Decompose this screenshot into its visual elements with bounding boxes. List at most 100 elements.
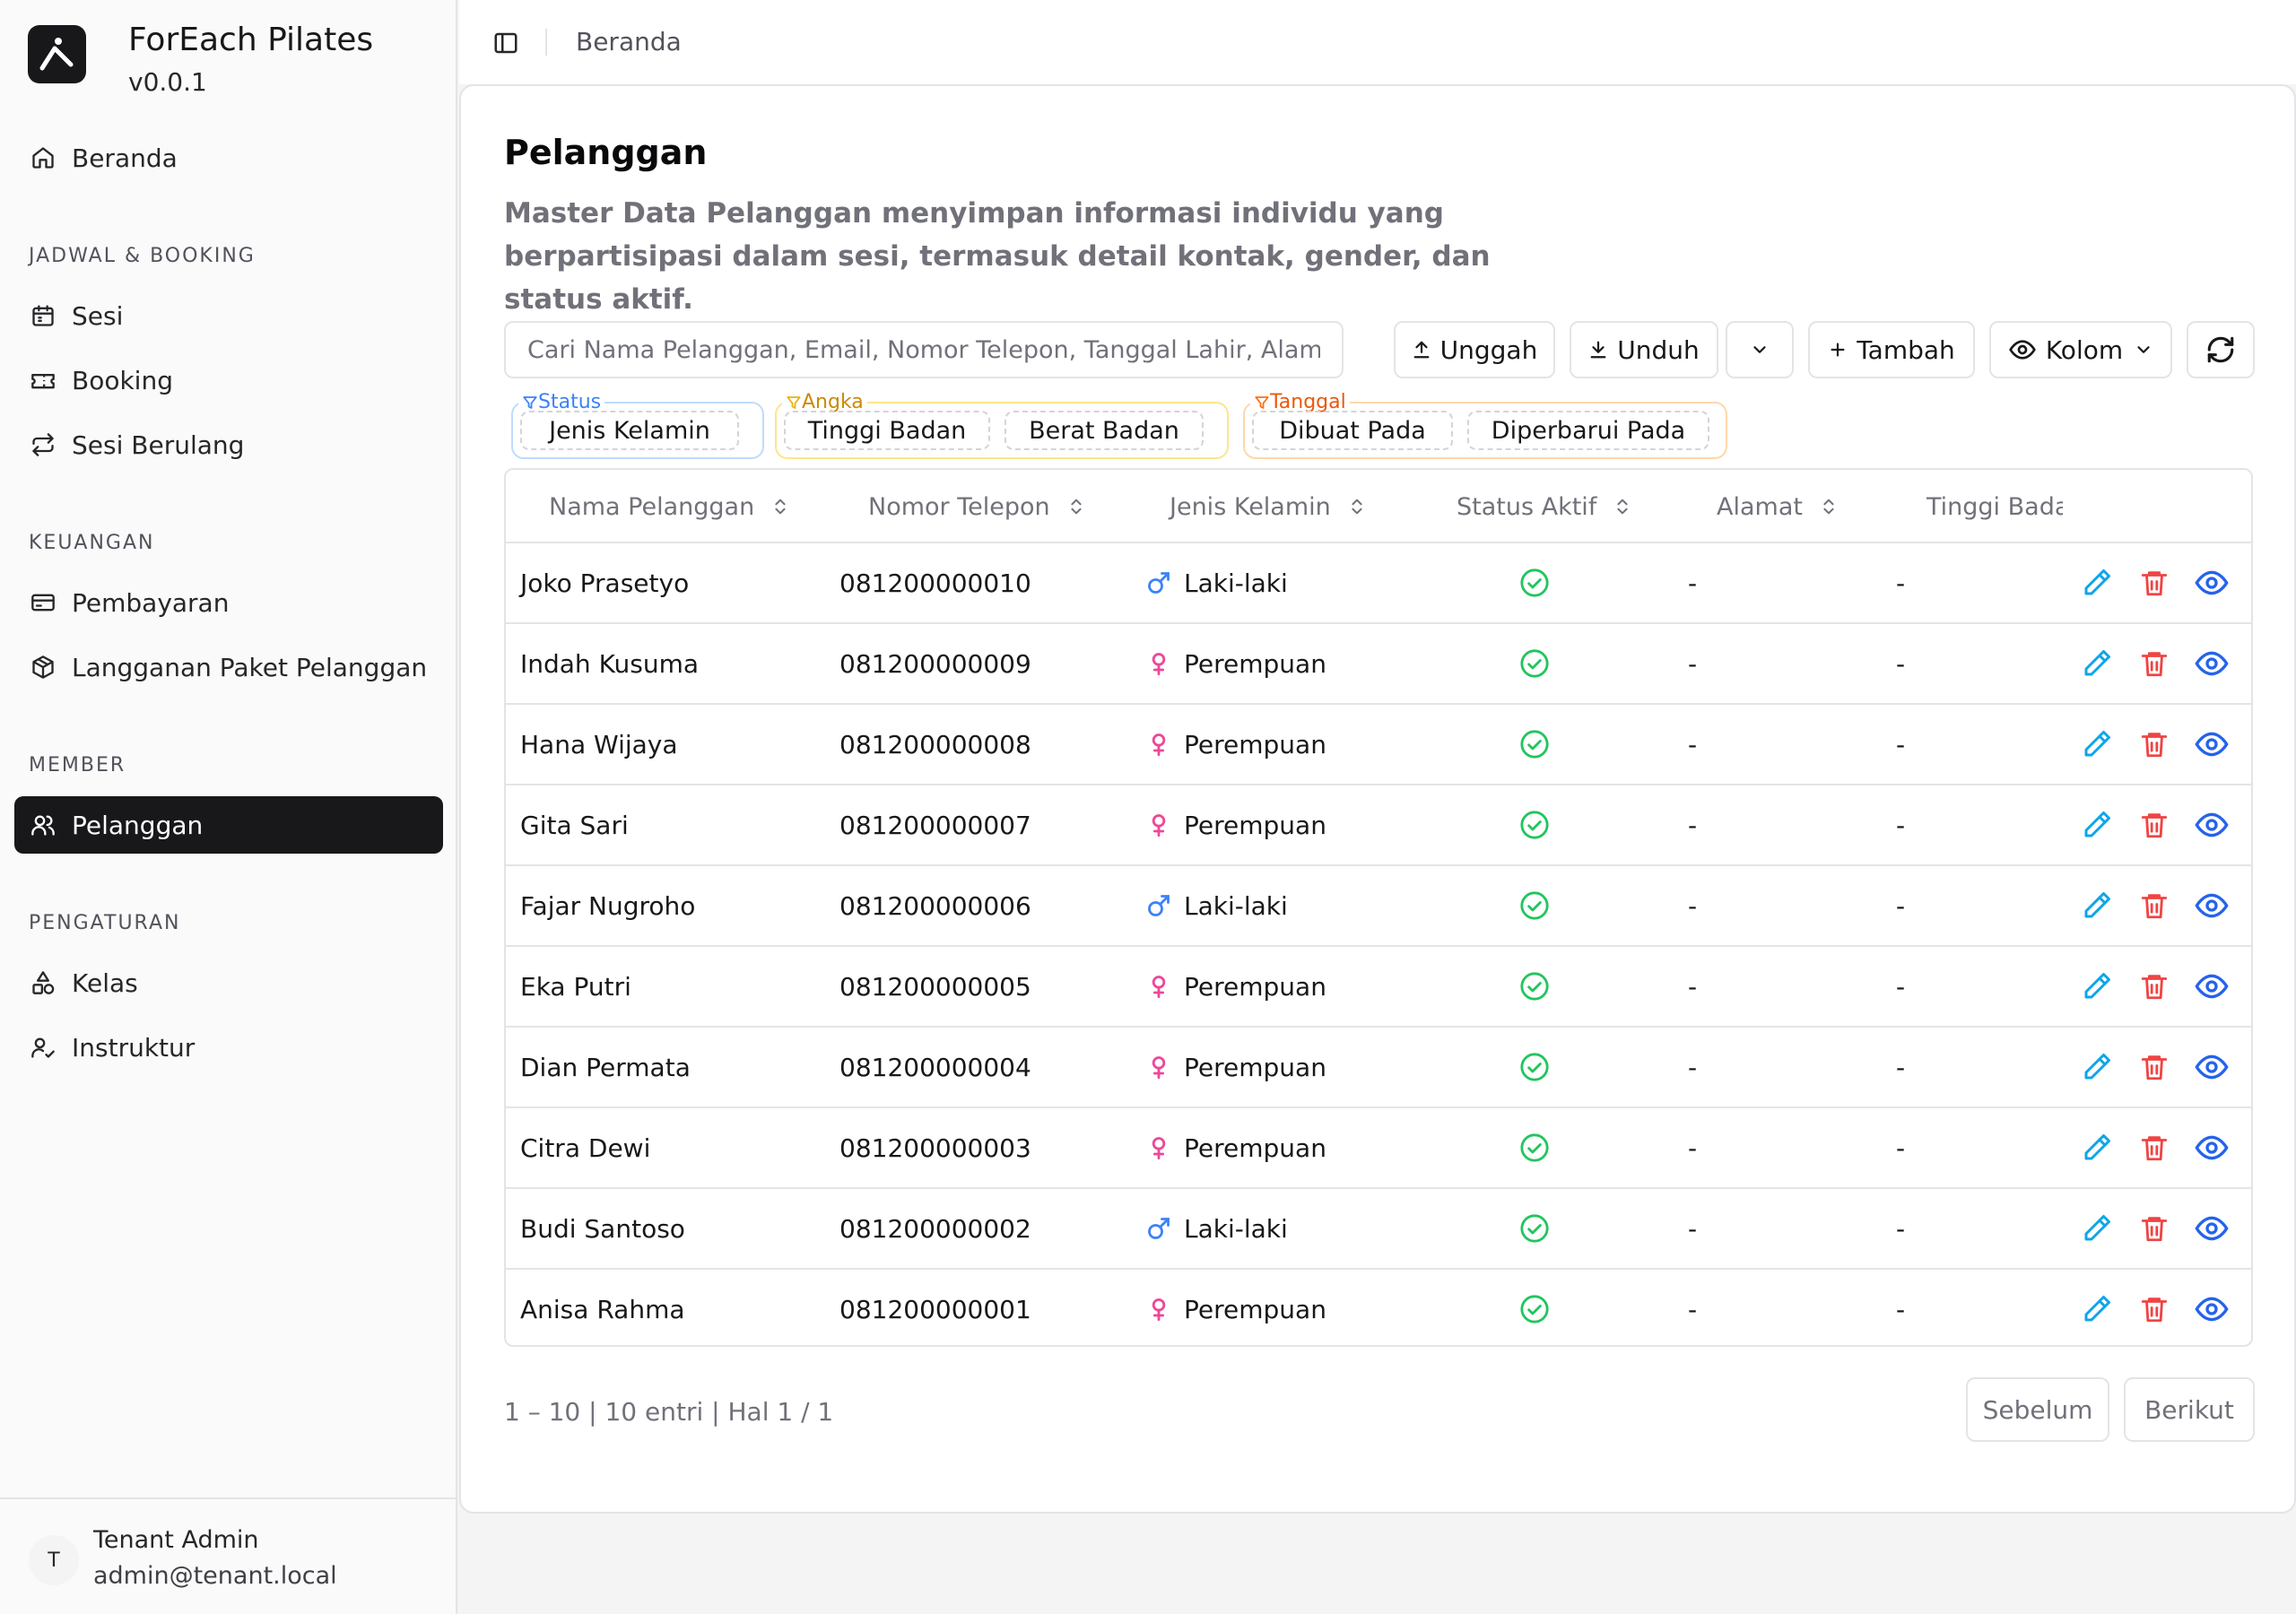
column-header-nama[interactable]: Nama Pelanggan — [549, 470, 790, 543]
search-input[interactable] — [504, 321, 1344, 378]
pencil-icon — [2081, 970, 2113, 1002]
filter-chip-berat-badan[interactable]: Berat Badan — [1004, 411, 1204, 450]
nav-group-jadwal: JADWAL & BOOKING — [29, 245, 256, 267]
download-button[interactable]: Unduh — [1570, 321, 1718, 378]
cell-address: - — [1688, 1294, 1698, 1324]
delete-button[interactable] — [2138, 1051, 2170, 1083]
table-row[interactable]: Budi Santoso 081200000002 Laki-laki - - — [506, 1189, 2251, 1270]
column-header-tinggi-badan[interactable]: Tinggi Bada — [1926, 470, 2063, 543]
edit-button[interactable] — [2081, 809, 2113, 841]
previous-page-button[interactable]: Sebelum — [1966, 1377, 2109, 1442]
next-page-button[interactable]: Berikut — [2124, 1377, 2255, 1442]
view-button[interactable] — [2195, 970, 2229, 1002]
cell-gender: Perempuan — [1146, 1108, 1326, 1187]
upload-button[interactable]: Unggah — [1394, 321, 1555, 378]
eye-icon — [2194, 1210, 2230, 1246]
filter-chip-jenis-kelamin[interactable]: Jenis Kelamin — [520, 411, 739, 450]
eye-icon — [2194, 888, 2230, 924]
download-label: Unduh — [1617, 334, 1700, 365]
trash-icon — [2139, 1132, 2170, 1163]
brand[interactable]: ForEach Pilates v0.0.1 — [28, 22, 373, 100]
sidebar-item-beranda[interactable]: Beranda — [14, 129, 443, 187]
table-row[interactable]: Hana Wijaya 081200000008 Perempuan - - — [506, 705, 2251, 785]
table-row[interactable]: Citra Dewi 081200000003 Perempuan - - — [506, 1108, 2251, 1189]
column-header-telepon[interactable]: Nomor Telepon — [868, 470, 1086, 543]
delete-button[interactable] — [2138, 647, 2170, 680]
columns-button[interactable]: Kolom — [1989, 321, 2172, 378]
table-row[interactable]: Fajar Nugroho 081200000006 Laki-laki - - — [506, 866, 2251, 947]
sidebar-item-booking[interactable]: Booking — [14, 351, 443, 409]
column-header-status-aktif[interactable]: Status Aktif — [1457, 470, 1632, 543]
eye-icon — [2194, 726, 2230, 762]
sidebar-item-sesi-berulang[interactable]: Sesi Berulang — [14, 416, 443, 473]
user-check-icon — [29, 1033, 57, 1062]
column-header-jenis-kelamin[interactable]: Jenis Kelamin — [1170, 470, 1367, 543]
view-button[interactable] — [2195, 647, 2229, 680]
pencil-icon — [2081, 1212, 2113, 1245]
delete-button[interactable] — [2138, 970, 2170, 1002]
columns-label: Kolom — [2045, 334, 2124, 365]
table-row[interactable]: Dian Permata 081200000004 Perempuan - - — [506, 1028, 2251, 1108]
edit-button[interactable] — [2081, 889, 2113, 922]
sort-icon — [1066, 497, 1086, 516]
view-button[interactable] — [2195, 809, 2229, 841]
add-button[interactable]: Tambah — [1808, 321, 1975, 378]
sidebar: ForEach Pilates v0.0.1 Beranda JADWAL & … — [0, 0, 457, 1614]
edit-button[interactable] — [2081, 567, 2113, 599]
male-icon — [1146, 893, 1171, 918]
delete-button[interactable] — [2138, 1132, 2170, 1164]
table-row[interactable]: Eka Putri 081200000005 Perempuan - - — [506, 947, 2251, 1028]
view-button[interactable] — [2195, 1293, 2229, 1325]
delete-button[interactable] — [2138, 889, 2170, 922]
cell-phone: 081200000006 — [839, 890, 1031, 921]
edit-button[interactable] — [2081, 1132, 2113, 1164]
delete-button[interactable] — [2138, 809, 2170, 841]
sidebar-item-pelanggan[interactable]: Pelanggan — [14, 796, 443, 854]
edit-button[interactable] — [2081, 728, 2113, 760]
cell-gender: Perempuan — [1146, 705, 1326, 784]
delete-button[interactable] — [2138, 1293, 2170, 1325]
user-menu[interactable]: T Tenant Admin admin@tenant.local — [0, 1497, 456, 1614]
view-button[interactable] — [2195, 1132, 2229, 1164]
edit-button[interactable] — [2081, 970, 2113, 1002]
view-button[interactable] — [2195, 1051, 2229, 1083]
delete-button[interactable] — [2138, 728, 2170, 760]
repeat-icon — [29, 430, 57, 459]
male-icon — [1146, 570, 1171, 595]
breadcrumb[interactable]: Beranda — [576, 27, 682, 56]
download-options-button[interactable] — [1726, 321, 1794, 378]
filter-group-angka: Angka Tinggi Badan Berat Badan — [775, 391, 1229, 459]
edit-button[interactable] — [2081, 1212, 2113, 1245]
cell-phone: 081200000007 — [839, 810, 1031, 840]
cell-address: - — [1688, 1052, 1698, 1082]
table-row[interactable]: Gita Sari 081200000007 Perempuan - - — [506, 785, 2251, 866]
cell-height: - — [1896, 890, 1906, 921]
delete-button[interactable] — [2138, 567, 2170, 599]
cell-height: - — [1896, 810, 1906, 840]
sidebar-item-langganan-paket[interactable]: Langganan Paket Pelanggan — [14, 638, 443, 696]
refresh-button[interactable] — [2187, 321, 2255, 378]
view-button[interactable] — [2194, 726, 2230, 762]
sidebar-item-kelas[interactable]: Kelas — [14, 954, 443, 1011]
table-row[interactable]: Indah Kusuma 081200000009 Perempuan - - — [506, 624, 2251, 705]
view-button[interactable] — [2194, 1210, 2230, 1246]
delete-button[interactable] — [2138, 1212, 2170, 1245]
view-button[interactable] — [2195, 567, 2229, 599]
edit-button[interactable] — [2081, 647, 2113, 680]
table-row[interactable]: Anisa Rahma 081200000001 Perempuan - - — [506, 1270, 2251, 1345]
sidebar-toggle-button[interactable] — [490, 27, 522, 59]
column-header-alamat[interactable]: Alamat — [1717, 470, 1839, 543]
sidebar-item-instruktur[interactable]: Instruktur — [14, 1019, 443, 1076]
edit-button[interactable] — [2081, 1051, 2113, 1083]
cell-gender: Perempuan — [1146, 1270, 1326, 1345]
cell-name: Citra Dewi — [520, 1132, 651, 1163]
filter-chip-diperbarui-pada[interactable]: Diperbarui Pada — [1467, 411, 1709, 450]
table-row[interactable]: Joko Prasetyo 081200000010 Laki-laki - - — [506, 543, 2251, 624]
sidebar-item-pembayaran[interactable]: Pembayaran — [14, 574, 443, 631]
filter-chip-dibuat-pada[interactable]: Dibuat Pada — [1252, 411, 1453, 450]
filter-chip-tinggi-badan[interactable]: Tinggi Badan — [784, 411, 990, 450]
female-icon — [1146, 974, 1171, 999]
edit-button[interactable] — [2081, 1293, 2113, 1325]
sidebar-item-sesi[interactable]: Sesi — [14, 287, 443, 344]
view-button[interactable] — [2194, 888, 2230, 924]
